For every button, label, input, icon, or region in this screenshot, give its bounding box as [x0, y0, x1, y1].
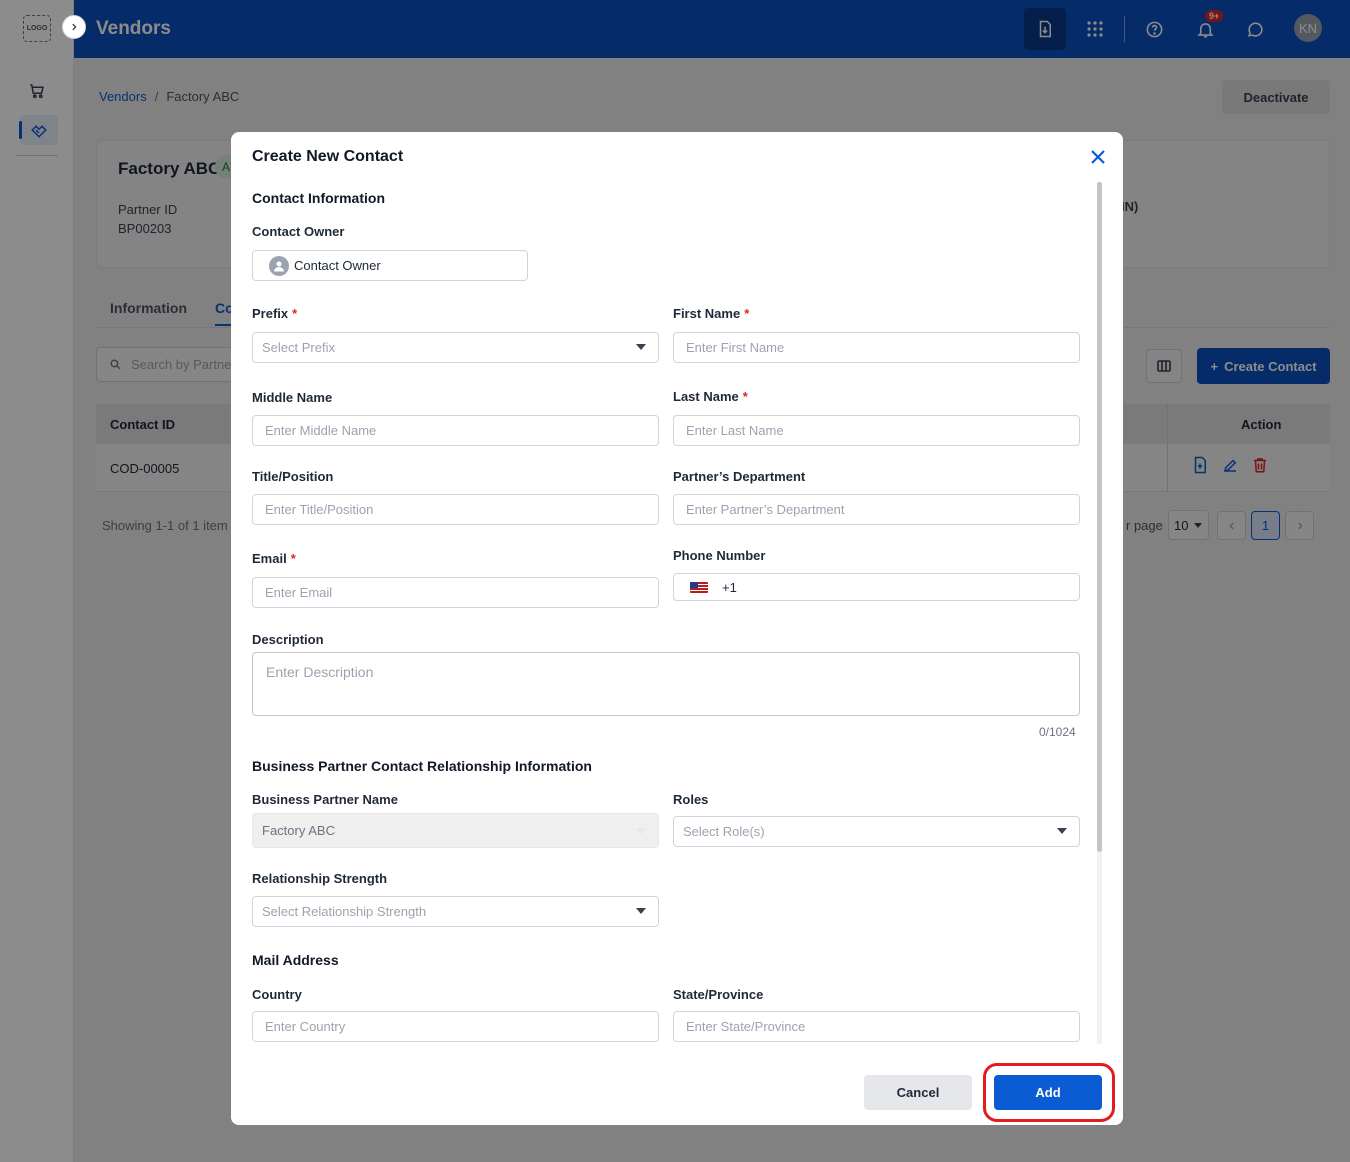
- close-icon: [1091, 150, 1105, 164]
- state-label: State/Province: [673, 987, 764, 1002]
- phone-input[interactable]: +1: [673, 573, 1080, 601]
- contact-owner-label: Contact Owner: [252, 224, 345, 239]
- description-char-counter: 0/1024: [1039, 725, 1076, 739]
- country-label: Country: [252, 987, 302, 1002]
- bp-name-select: Factory ABC: [252, 813, 659, 848]
- user-avatar-icon: [269, 256, 289, 276]
- section-contact-information: Contact Information: [252, 190, 385, 206]
- chevron-down-icon: [636, 908, 646, 914]
- bp-name-value: Factory ABC: [262, 823, 335, 838]
- prefix-placeholder: Select Prefix: [262, 340, 335, 355]
- roles-label: Roles: [673, 792, 709, 807]
- section-relationship-information: Business Partner Contact Relationship In…: [252, 758, 592, 774]
- add-button-highlight: [983, 1063, 1115, 1122]
- modal-title: Create New Contact: [252, 148, 404, 165]
- bp-name-label: Business Partner Name: [252, 792, 398, 807]
- contact-owner-picker[interactable]: Contact Owner: [252, 250, 528, 281]
- chevron-down-icon: [636, 344, 646, 350]
- last-name-label: Last Name *: [673, 389, 748, 404]
- description-label: Description: [252, 632, 324, 647]
- scrollbar-thumb[interactable]: [1097, 182, 1102, 852]
- relationship-strength-select[interactable]: Select Relationship Strength: [252, 896, 659, 927]
- email-input[interactable]: Enter Email: [252, 577, 659, 608]
- prefix-label: Prefix *: [252, 306, 298, 321]
- country-input[interactable]: Enter Country: [252, 1011, 659, 1042]
- relationship-strength-placeholder: Select Relationship Strength: [262, 904, 427, 919]
- last-name-input[interactable]: Enter Last Name: [673, 415, 1080, 446]
- expand-sidebar-button[interactable]: [62, 15, 86, 39]
- middle-name-input[interactable]: Enter Middle Name: [252, 415, 659, 446]
- first-name-label: First Name *: [673, 306, 750, 321]
- prefix-select[interactable]: Select Prefix: [252, 332, 659, 363]
- chevron-right-icon: [72, 23, 77, 31]
- roles-select[interactable]: Select Role(s): [673, 816, 1080, 847]
- chevron-down-icon: [636, 828, 646, 834]
- title-position-label: Title/Position: [252, 469, 334, 484]
- roles-placeholder: Select Role(s): [683, 824, 765, 839]
- first-name-input[interactable]: Enter First Name: [673, 332, 1080, 363]
- us-flag-icon[interactable]: [690, 582, 708, 593]
- chevron-down-icon: [1057, 828, 1067, 834]
- email-label: Email *: [252, 551, 296, 566]
- phone-label: Phone Number: [673, 548, 766, 563]
- department-label: Partner’s Department: [673, 469, 806, 484]
- phone-country-code: +1: [722, 580, 737, 595]
- title-position-input[interactable]: Enter Title/Position: [252, 494, 659, 525]
- close-modal-button[interactable]: [1088, 147, 1108, 167]
- department-input[interactable]: Enter Partner’s Department: [673, 494, 1080, 525]
- cancel-button[interactable]: Cancel: [864, 1075, 972, 1110]
- state-input[interactable]: Enter State/Province: [673, 1011, 1080, 1042]
- middle-name-label: Middle Name: [252, 390, 333, 405]
- description-textarea[interactable]: Enter Description: [252, 652, 1080, 716]
- relationship-strength-label: Relationship Strength: [252, 871, 388, 886]
- section-mail-address: Mail Address: [252, 952, 339, 968]
- create-contact-modal: Create New Contact Contact Information C…: [231, 132, 1123, 1125]
- contact-owner-value: Contact Owner: [294, 258, 381, 273]
